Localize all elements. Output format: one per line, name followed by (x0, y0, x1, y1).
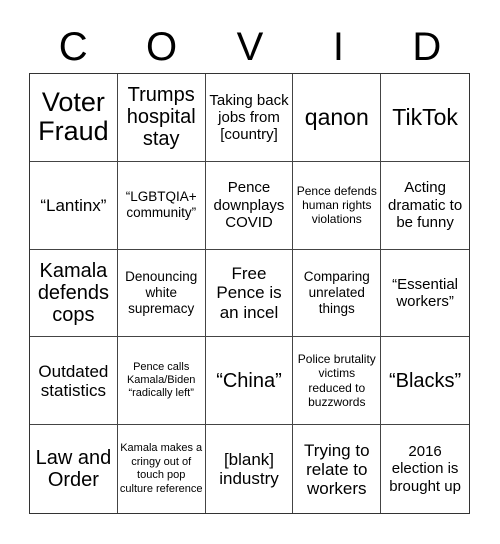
header-letter-o: O (146, 25, 178, 69)
bingo-cell[interactable]: Acting dramatic to be funny (381, 162, 469, 250)
header-letter-c: C (58, 25, 88, 69)
bingo-cell[interactable]: TikTok (381, 74, 469, 162)
bingo-cell[interactable]: Comparing unrelated things (293, 249, 382, 338)
bingo-cell[interactable]: “China” (205, 337, 294, 426)
bingo-cell[interactable]: qanon (293, 74, 382, 162)
bingo-cell[interactable]: “Essential workers” (381, 250, 469, 338)
bingo-cell[interactable]: Kamala defends cops (30, 249, 118, 338)
bingo-grid: Voter Fraud Trumps hospital stay Taking … (29, 73, 470, 514)
header-letter-i: I (332, 25, 344, 69)
header-letter-v: V (236, 25, 264, 69)
bingo-cell[interactable]: Pence calls Kamala/Biden “radically left… (117, 337, 206, 426)
bingo-cell[interactable]: Pence defends human rights violations (293, 161, 382, 250)
bingo-cell[interactable]: Trumps hospital stay (117, 74, 206, 162)
header-letter-d: D (412, 25, 442, 69)
bingo-cell[interactable]: “LGBTQIA+ community” (117, 161, 206, 250)
bingo-cell[interactable]: [blank] industry (206, 425, 294, 513)
bingo-header: C O V I D (29, 22, 471, 72)
bingo-cell[interactable]: “Blacks” (381, 337, 469, 426)
bingo-cell[interactable]: Trying to relate to workers (293, 425, 382, 513)
bingo-cell[interactable]: Law and Order (30, 425, 118, 513)
bingo-cell[interactable]: Taking back jobs from [country] (205, 74, 294, 162)
bingo-cell[interactable]: “Lantinx” (30, 161, 118, 250)
bingo-cell[interactable]: Outdated statistics (30, 337, 118, 426)
bingo-cell[interactable]: Voter Fraud (30, 74, 118, 162)
bingo-cell[interactable]: Kamala makes a cringy out of touch pop c… (118, 425, 206, 513)
bingo-cell[interactable]: 2016 election is brought up (381, 425, 469, 513)
bingo-cell[interactable]: Police brutality victims reduced to buzz… (293, 337, 382, 426)
bingo-cell[interactable]: Pence downplays COVID (205, 161, 294, 250)
bingo-cell[interactable]: Denouncing white supremacy (117, 249, 206, 338)
bingo-cell[interactable]: Free Pence is an incel (205, 249, 294, 338)
